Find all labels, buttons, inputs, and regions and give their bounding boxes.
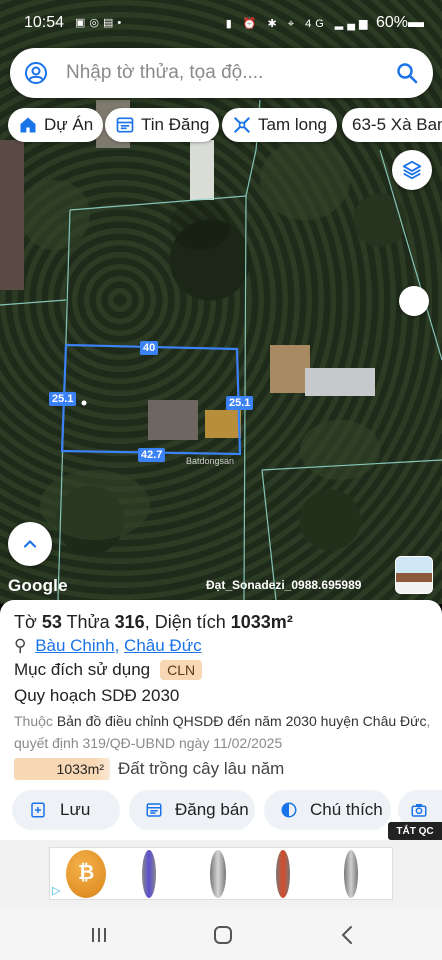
dimension-right: 25.1 bbox=[226, 396, 254, 410]
recents-icon[interactable] bbox=[90, 926, 108, 944]
dimension-bottom: 42.7 bbox=[138, 448, 166, 462]
chip-label: Dự Án bbox=[44, 115, 94, 134]
ad-banner[interactable]: ₿ ▷ bbox=[49, 847, 393, 900]
pin-tool-icon bbox=[232, 115, 252, 135]
post-icon bbox=[145, 800, 163, 820]
area-label: Diện tích bbox=[154, 612, 226, 632]
selected-parcel-outline bbox=[60, 343, 242, 456]
system-nav-bar bbox=[0, 908, 442, 960]
system-icons: ▮ ⏰ ✱ ⌖ 4G ▂▄▆ bbox=[225, 18, 372, 30]
messenger-icon: ◎ bbox=[89, 17, 104, 29]
save-icon bbox=[28, 800, 48, 820]
status-bar: 10:54 ▣◎▤• ▮ ⏰ ✱ ⌖ 4G ▂▄▆ 60%▬ bbox=[0, 0, 442, 46]
chip-tam-long[interactable]: Tam long bbox=[222, 108, 337, 142]
commune-link[interactable]: Bàu Chinh bbox=[35, 636, 114, 655]
district-link[interactable]: Châu Đức bbox=[124, 636, 202, 655]
chip-du-an[interactable]: Dự Án bbox=[8, 108, 104, 142]
location-separator: , bbox=[114, 636, 120, 655]
land-use-row: 1033m² Đất trồng cây lâu năm bbox=[14, 758, 284, 780]
home-button-icon[interactable] bbox=[213, 925, 233, 945]
purpose-label: Mục đích sử dụng bbox=[14, 660, 151, 679]
legend-label: Chú thích bbox=[310, 800, 383, 819]
google-attribution: Google bbox=[8, 576, 68, 595]
home-icon bbox=[18, 115, 38, 135]
back-icon[interactable] bbox=[340, 925, 354, 945]
land-area-bar: 1033m² bbox=[14, 758, 110, 780]
plan-prefix: Thuộc bbox=[14, 713, 53, 729]
coin-edge-image bbox=[344, 850, 358, 898]
dot-icon: • bbox=[117, 17, 126, 29]
map-watermark: Batdongsan bbox=[186, 456, 235, 466]
map-toggle-button[interactable] bbox=[399, 286, 429, 316]
chip-label: 63-5 Xà Ban bbox=[352, 115, 442, 134]
post-sale-button[interactable]: Đăng bán bbox=[129, 790, 255, 830]
coin-edge-image bbox=[142, 850, 156, 898]
coin-edge-image bbox=[276, 850, 290, 898]
sheet-label: Tờ bbox=[14, 612, 37, 632]
search-input[interactable]: Nhập tờ thửa, tọa độ.... bbox=[66, 62, 263, 84]
legend-button[interactable]: Chú thích bbox=[264, 790, 391, 830]
land-type-label: Đất trồng cây lâu năm bbox=[118, 759, 285, 778]
parcel-location: ⚲ Bàu Chinh, Châu Đức bbox=[14, 636, 202, 656]
chip-tin-dang[interactable]: Tin Đăng bbox=[105, 108, 220, 142]
bitcoin-coin-image: ₿ bbox=[66, 850, 106, 898]
coin-edge-image bbox=[210, 850, 226, 898]
plan-source: Bản đồ điều chỉnh QHSDĐ đến năm 2030 huy… bbox=[56, 713, 427, 729]
bitcoin-icon: ₿ bbox=[78, 862, 95, 884]
user-icon[interactable] bbox=[24, 61, 48, 85]
legend-icon bbox=[280, 800, 298, 820]
status-time: 10:54 bbox=[24, 14, 65, 31]
plan-title: Quy hoạch SDĐ 2030 bbox=[14, 686, 180, 705]
owner-avatar[interactable] bbox=[395, 556, 433, 594]
save-button[interactable]: Lưu bbox=[12, 790, 120, 830]
land-purpose-row: Mục đích sử dụng CLN bbox=[14, 660, 203, 680]
battery-level: 60% bbox=[375, 14, 408, 31]
post-sale-label: Đăng bán bbox=[175, 800, 249, 819]
chevron-up-icon bbox=[23, 540, 37, 548]
save-label: Lưu bbox=[60, 800, 91, 819]
notification-icons: ▣◎▤• bbox=[75, 16, 125, 29]
zalo-icon: ▣ bbox=[75, 17, 90, 29]
owner-label: Đạt_Sonadezi_0988.695989 bbox=[206, 578, 362, 592]
battery-icon: ▬ bbox=[408, 14, 424, 31]
dimension-top: 40 bbox=[140, 341, 159, 355]
purpose-badge: CLN bbox=[160, 660, 203, 680]
gallery-icon: ▤ bbox=[103, 17, 118, 29]
layers-button[interactable] bbox=[392, 150, 432, 190]
camera-icon bbox=[410, 800, 428, 820]
close-ad-button[interactable]: TẮT QC bbox=[388, 822, 442, 840]
sheet-number: 53 bbox=[41, 612, 62, 632]
location-pin-icon: ⚲ bbox=[14, 636, 27, 655]
layers-icon bbox=[402, 160, 422, 180]
area-value: 1033m² bbox=[230, 612, 293, 632]
expand-panel-button[interactable] bbox=[8, 522, 52, 566]
plot-label: Thửa bbox=[66, 612, 110, 632]
chip-label: Tin Đăng bbox=[141, 115, 210, 134]
search-bar[interactable]: Nhập tờ thửa, tọa độ.... bbox=[10, 48, 433, 98]
adchoices-icon[interactable]: ▷ bbox=[52, 884, 60, 897]
plan-description: Thuộc Bản đồ điều chỉnh QHSDĐ đến năm 20… bbox=[14, 710, 434, 754]
chip-label: Tam long bbox=[258, 115, 327, 134]
list-icon bbox=[115, 115, 135, 135]
search-icon[interactable] bbox=[395, 61, 419, 85]
action-bar: Lưu Đăng bán Chú thích bbox=[0, 790, 442, 830]
dimension-left: 25.1 bbox=[49, 392, 77, 406]
parcel-title: Tờ 53 Thửa 316, Diện tích 1033m² bbox=[14, 612, 293, 632]
status-right: ▮ ⏰ ✱ ⌖ 4G ▂▄▆ 60%▬ bbox=[226, 14, 424, 32]
chip-63-5-xa-ban[interactable]: 63-5 Xà Ban bbox=[342, 108, 442, 142]
plot-number: 316 bbox=[114, 612, 145, 632]
